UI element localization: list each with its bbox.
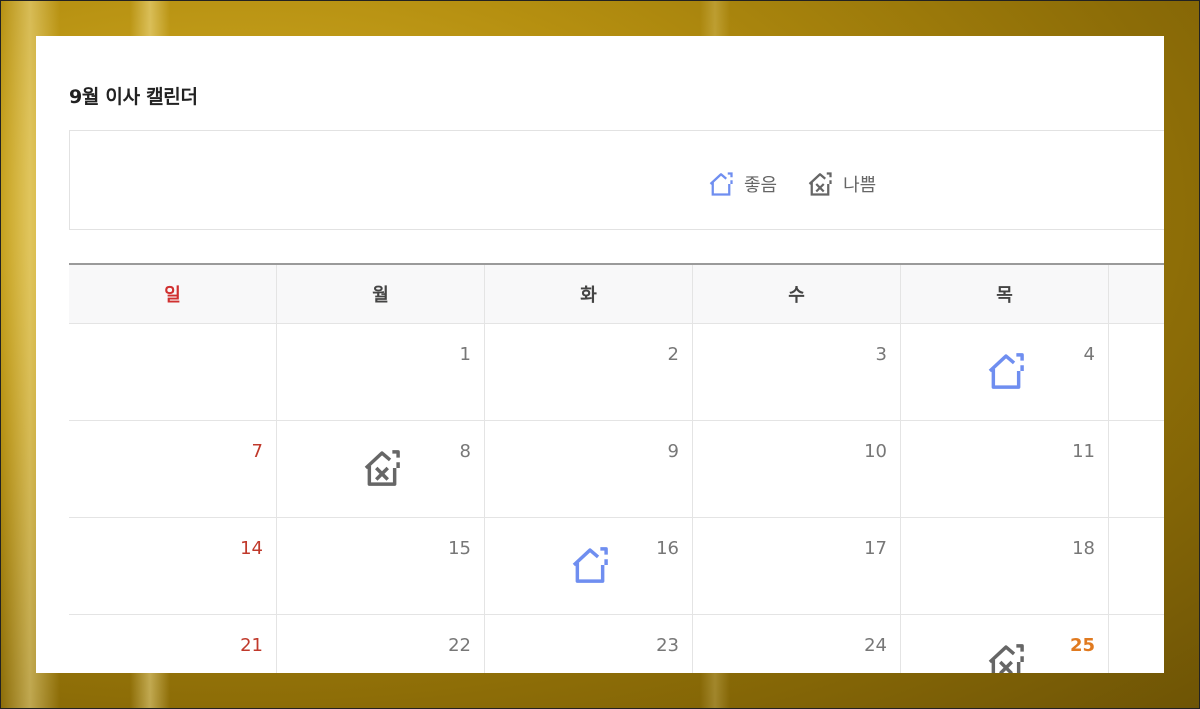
weekday-header: 일 월 화 수 목: [69, 263, 1164, 324]
calendar-day-cell[interactable]: 24: [693, 615, 901, 673]
day-number: 10: [864, 441, 887, 462]
calendar-day-cell[interactable]: 3: [693, 324, 901, 420]
calendar-day-cell[interactable]: 2: [485, 324, 693, 420]
day-number: 3: [875, 344, 887, 365]
day-number: 24: [864, 635, 887, 656]
calendar-day-cell[interactable]: 10: [693, 421, 901, 517]
calendar-day-cell-friday: [1109, 421, 1164, 517]
calendar-week: 1 2 3 4: [69, 324, 1164, 421]
legend-bad-label: 나쁨: [843, 175, 877, 196]
day-number: 8: [459, 441, 471, 462]
day-number: 7: [251, 441, 263, 462]
day-number: 15: [448, 538, 471, 559]
day-number: 2: [667, 344, 679, 365]
calendar-day-cell-friday: [1109, 518, 1164, 614]
weekday-wednesday: 수: [693, 265, 901, 323]
house-good-icon: [572, 547, 608, 583]
weekday-tuesday: 화: [485, 265, 693, 323]
day-number: 21: [240, 635, 263, 656]
day-number: 23: [656, 635, 679, 656]
house-bad-icon: [364, 450, 400, 486]
calendar-day-cell[interactable]: 23: [485, 615, 693, 673]
calendar-weeks: 1 2 3 4 7 8 9 10 11 14 15 16 17 18 21 22 23 24 25: [69, 324, 1164, 673]
calendar-day-cell[interactable]: 7: [69, 421, 277, 517]
weekday-sunday: 일: [69, 265, 277, 323]
house-good-icon: [988, 353, 1024, 389]
calendar-week: 21 22 23 24 25: [69, 615, 1164, 673]
calendar-day-cell[interactable]: 9: [485, 421, 693, 517]
weekday-friday: [1109, 265, 1164, 323]
weekday-thursday: 목: [901, 265, 1109, 323]
weekday-monday: 월: [277, 265, 485, 323]
calendar-day-cell-friday: [1109, 324, 1164, 420]
calendar-card: 9월 이사 캘린더 좋음 나쁨 일 월 화 수 목 1 2 3 4 7 8 9 …: [36, 36, 1164, 673]
day-number: 18: [1072, 538, 1095, 559]
day-number: 11: [1072, 441, 1095, 462]
calendar-day-cell-friday: [1109, 615, 1164, 673]
calendar-day-cell[interactable]: 22: [277, 615, 485, 673]
calendar-day-cell[interactable]: 17: [693, 518, 901, 614]
calendar-day-cell[interactable]: 18: [901, 518, 1109, 614]
day-number: 14: [240, 538, 263, 559]
day-good-marker: [567, 542, 613, 588]
day-bad-marker: [359, 445, 405, 491]
legend-item-good: 좋음: [706, 169, 777, 199]
calendar-week: 14 15 16 17 18: [69, 518, 1164, 615]
day-number: 22: [448, 635, 471, 656]
calendar-day-cell[interactable]: 25: [901, 615, 1109, 673]
calendar-day-cell[interactable]: 16: [485, 518, 693, 614]
day-good-marker: [983, 348, 1029, 394]
page-title: 9월 이사 캘린더: [69, 86, 198, 108]
calendar-day-cell[interactable]: 21: [69, 615, 277, 673]
house-good-icon: [709, 172, 733, 196]
day-number: 16: [656, 538, 679, 559]
calendar-day-cell[interactable]: 11: [901, 421, 1109, 517]
house-bad-icon: [988, 644, 1024, 673]
day-number: 9: [667, 441, 679, 462]
day-number: 1: [459, 344, 471, 365]
calendar-day-cell[interactable]: 8: [277, 421, 485, 517]
day-number: 4: [1083, 344, 1095, 365]
legend-item-bad: 나쁨: [805, 169, 876, 199]
calendar-day-cell: [69, 324, 277, 420]
calendar-day-cell[interactable]: 15: [277, 518, 485, 614]
calendar-day-cell[interactable]: 14: [69, 518, 277, 614]
legend-good-label: 좋음: [744, 175, 778, 196]
legend: 좋음 나쁨: [706, 169, 904, 199]
calendar-day-cell[interactable]: 1: [277, 324, 485, 420]
day-bad-marker: [983, 639, 1029, 673]
day-number: 25: [1069, 635, 1095, 656]
calendar-grid: 일 월 화 수 목 1 2 3 4 7 8 9 10 11 14 15 16 17 18 21 22 23 24 2…: [69, 263, 1164, 673]
day-number: 17: [864, 538, 887, 559]
house-bad-icon: [808, 172, 832, 196]
calendar-day-cell[interactable]: 4: [901, 324, 1109, 420]
legend-box: 좋음 나쁨: [69, 130, 1164, 230]
calendar-week: 7 8 9 10 11: [69, 421, 1164, 518]
